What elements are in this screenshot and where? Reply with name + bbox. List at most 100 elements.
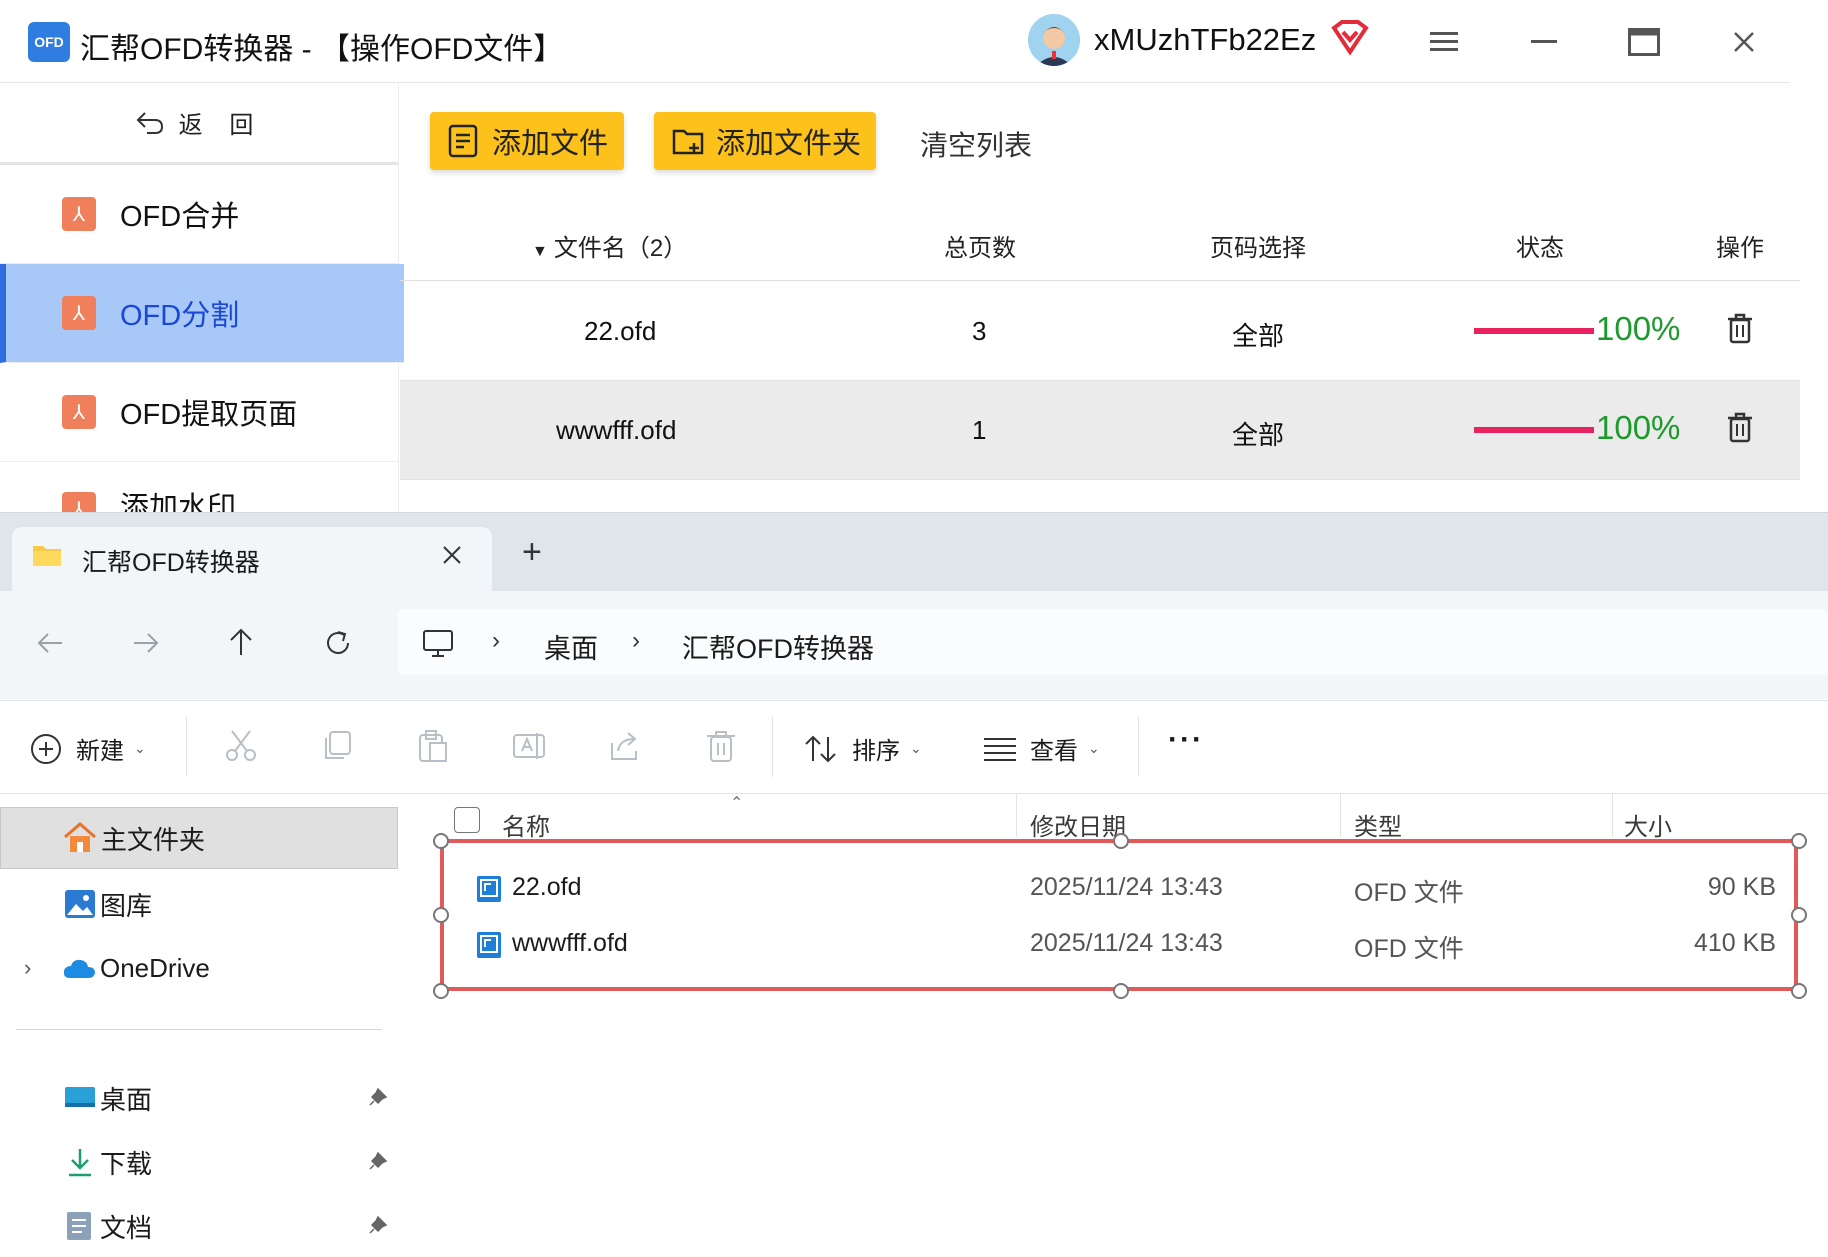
breadcrumb-current-folder[interactable]: 汇帮OFD转换器 — [682, 627, 874, 666]
row-page-select[interactable]: 全部 — [1232, 415, 1284, 452]
resize-handle[interactable] — [433, 833, 449, 849]
resize-handle[interactable] — [433, 907, 449, 923]
pages-header: 总页数 — [944, 235, 1016, 262]
add-file-label: 添加文件 — [492, 128, 609, 160]
column-size[interactable]: 大小 — [1624, 807, 1672, 842]
view-button[interactable]: 查看 ⌄ — [984, 731, 1100, 766]
cut-icon[interactable] — [224, 729, 258, 763]
tab-title: 汇帮OFD转换器 — [82, 549, 260, 577]
progress-bar — [1474, 427, 1594, 433]
select-all-checkbox[interactable] — [454, 807, 480, 833]
divider — [16, 1029, 382, 1030]
app-sidebar: 返 回 ⅄ OFD合并 ⅄ OFD分割 ⅄ OFD提取页面 ⅄ 添加水印 — [0, 82, 404, 513]
maximize-icon[interactable] — [1622, 20, 1666, 64]
nav-item-label: 图库 — [100, 890, 153, 921]
nav-item-documents[interactable]: 文档 — [0, 1195, 398, 1257]
up-icon[interactable] — [228, 627, 254, 657]
username[interactable]: xMUzhTFb22Ez — [1094, 22, 1316, 58]
avatar[interactable] — [1028, 14, 1080, 66]
resize-handle[interactable] — [1113, 983, 1129, 999]
copy-icon[interactable] — [320, 729, 354, 763]
back-button[interactable]: 返 回 — [0, 82, 398, 165]
pin-icon[interactable] — [368, 1151, 388, 1171]
column-name[interactable]: 名称 — [502, 807, 550, 842]
sidebar-item-label: OFD合并 — [120, 201, 240, 233]
add-file-button[interactable]: 添加文件 — [430, 112, 624, 170]
back-icon[interactable] — [36, 631, 64, 655]
close-icon[interactable] — [1722, 20, 1766, 64]
breadcrumb-desktop[interactable]: 桌面 — [544, 627, 598, 666]
column-modified[interactable]: 修改日期 — [1030, 807, 1126, 842]
row-filename: wwwfff.ofd — [556, 415, 677, 445]
share-icon[interactable] — [608, 729, 642, 763]
resize-handle[interactable] — [1113, 833, 1129, 849]
refresh-icon[interactable] — [324, 629, 352, 657]
resize-handle[interactable] — [1791, 983, 1807, 999]
divider — [772, 717, 773, 777]
tab-strip: 汇帮OFD转换器 + — [0, 513, 1828, 591]
folder-icon — [33, 546, 61, 566]
nav-item-gallery[interactable]: 图库 — [0, 873, 398, 935]
table-row[interactable]: wwwfff.ofd 1 全部 100% — [400, 381, 1800, 480]
resize-handle[interactable] — [1791, 907, 1807, 923]
divider — [1612, 793, 1613, 837]
row-page-select[interactable]: 全部 — [1232, 316, 1284, 353]
nav-item-onedrive[interactable]: › OneDrive — [0, 937, 398, 999]
pin-icon[interactable] — [368, 1215, 388, 1235]
sidebar-item-watermark[interactable]: ⅄ 添加水印 — [0, 462, 398, 513]
home-icon — [64, 822, 96, 852]
document-icon — [67, 1212, 91, 1240]
nav-item-downloads[interactable]: 下载 — [0, 1131, 398, 1193]
progress-bar — [1474, 328, 1594, 334]
trash-icon[interactable] — [1726, 411, 1754, 443]
sidebar-item-split[interactable]: ⅄ OFD分割 — [0, 264, 404, 363]
clear-list-button[interactable]: 清空列表 — [920, 124, 1032, 164]
chevron-right-icon[interactable]: › — [24, 955, 62, 981]
vip-icon[interactable] — [1330, 18, 1370, 58]
sort-button[interactable]: 排序 ⌄ — [804, 731, 922, 766]
column-type[interactable]: 类型 — [1354, 807, 1402, 842]
new-tab-button[interactable]: + — [522, 533, 542, 572]
menu-icon[interactable] — [1422, 20, 1466, 64]
highlight-box — [440, 839, 1798, 991]
row-status: 100% — [1596, 409, 1681, 446]
page-select-header: 页码选择 — [1210, 235, 1306, 262]
trash-icon[interactable] — [1726, 312, 1754, 344]
chevron-down-icon: ⌄ — [910, 740, 922, 756]
nav-item-label: 文档 — [100, 1212, 153, 1243]
rename-icon[interactable] — [512, 729, 546, 763]
forward-icon[interactable] — [132, 631, 160, 655]
nav-item-home[interactable]: 主文件夹 — [0, 807, 398, 869]
breadcrumb-separator-icon: › — [632, 627, 640, 654]
command-bar: 新建 ⌄ 排序 ⌄ 查看 ⌄ ··· — [0, 700, 1828, 794]
add-folder-button[interactable]: 添加文件夹 — [654, 112, 876, 170]
pdf-icon: ⅄ — [62, 395, 96, 429]
sort-label: 排序 — [852, 738, 900, 765]
paste-icon[interactable] — [416, 729, 450, 763]
nav-item-desktop[interactable]: 桌面 — [0, 1067, 398, 1129]
filename-header[interactable]: ▼ 文件名（2） — [532, 228, 687, 263]
breadcrumb-separator-icon: › — [492, 627, 500, 654]
sidebar-item-extract-pages[interactable]: ⅄ OFD提取页面 — [0, 363, 398, 462]
row-pages: 3 — [972, 316, 987, 346]
pin-icon[interactable] — [368, 1087, 388, 1107]
computer-icon — [423, 630, 453, 657]
delete-icon[interactable] — [704, 729, 738, 763]
close-tab-icon[interactable] — [442, 545, 462, 565]
new-button[interactable]: 新建 ⌄ — [30, 731, 146, 766]
action-header: 操作 — [1716, 235, 1764, 262]
table-row[interactable]: 22.ofd 3 全部 100% — [400, 282, 1800, 381]
nav-item-label: 下载 — [100, 1148, 153, 1179]
divider — [1016, 793, 1017, 837]
gallery-icon — [65, 890, 95, 918]
address-bar[interactable]: › 桌面 › 汇帮OFD转换器 — [398, 609, 1828, 675]
divider — [1138, 717, 1139, 777]
resize-handle[interactable] — [1791, 833, 1807, 849]
explorer-tab[interactable]: 汇帮OFD转换器 — [12, 527, 492, 591]
sidebar-item-merge[interactable]: ⅄ OFD合并 — [0, 165, 398, 264]
minimize-icon[interactable] — [1522, 20, 1566, 64]
sort-up-icon: ⌃ — [730, 795, 744, 812]
app-logo: OFD — [28, 22, 70, 62]
resize-handle[interactable] — [433, 983, 449, 999]
more-options-button[interactable]: ··· — [1168, 723, 1204, 757]
